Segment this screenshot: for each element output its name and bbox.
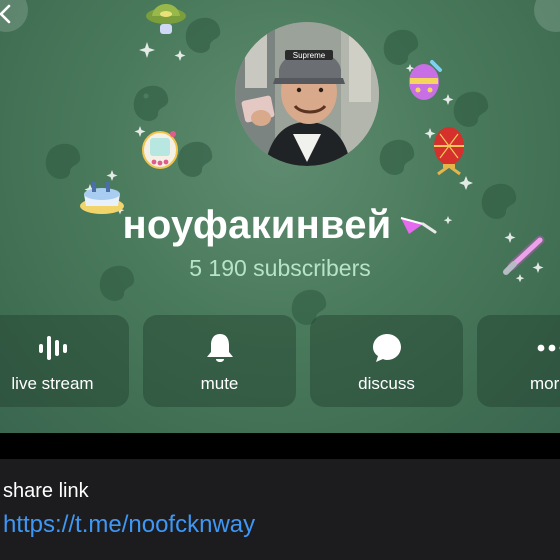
discuss-button[interactable]: discuss <box>310 315 463 407</box>
mute-button[interactable]: mute <box>143 315 296 407</box>
avatar-photo: Supreme <box>235 22 379 166</box>
gift-faberge-egg-icon <box>434 127 464 176</box>
channel-name: ноуфакинвей <box>122 203 392 247</box>
action-bar: live stream mute discuss mor <box>0 315 560 407</box>
svg-text:Supreme: Supreme <box>293 51 326 60</box>
section-divider <box>0 433 560 459</box>
more-dots-icon <box>537 344 560 352</box>
live-stream-button[interactable]: live stream <box>0 315 129 407</box>
more-button[interactable]: more <box>477 315 560 407</box>
gift-frog-hat-icon <box>146 4 186 34</box>
channel-emoji-status-icon[interactable] <box>399 212 437 240</box>
subscriber-count: 5 190 subscribers <box>189 255 371 281</box>
channel-name-row: ноуфакинвей <box>0 203 560 248</box>
more-label: more <box>530 374 560 393</box>
share-link-label: share link <box>3 480 89 502</box>
bell-icon <box>206 334 233 362</box>
live-stream-label: live stream <box>11 374 94 393</box>
profile-header: Supreme ноуфакинвей 5 190 subscribers li… <box>0 0 560 433</box>
live-stream-icon <box>38 336 67 360</box>
chevron-left-icon <box>0 4 11 24</box>
gift-tamagotchi-icon <box>142 131 178 169</box>
discuss-label: discuss <box>358 374 415 393</box>
avatar[interactable]: Supreme <box>235 22 379 166</box>
chat-bubble-icon <box>372 334 401 362</box>
mute-label: mute <box>200 374 239 393</box>
gift-easter-egg-icon <box>409 60 442 100</box>
share-link-url[interactable]: https://t.me/noofcknway <box>3 511 255 539</box>
share-link-row[interactable]: share link https://t.me/noofcknway <box>0 459 560 560</box>
